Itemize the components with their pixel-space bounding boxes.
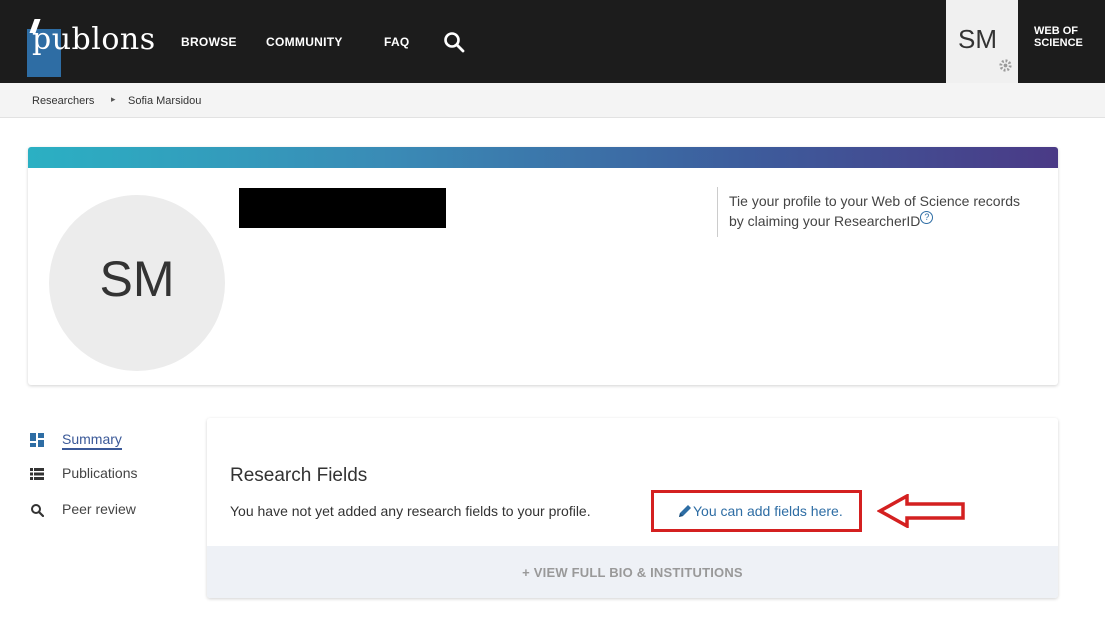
nav-faq[interactable]: FAQ xyxy=(384,35,410,49)
top-navigation-bar: publons BROWSE COMMUNITY FAQ SM WEB OF S… xyxy=(0,0,1105,83)
breadcrumb-researchers[interactable]: Researchers xyxy=(32,95,94,107)
avatar-initials: SM xyxy=(99,251,175,307)
dashboard-icon xyxy=(30,433,44,447)
help-icon[interactable]: ? xyxy=(920,211,934,225)
web-of-science-line2: SCIENCE xyxy=(1034,37,1083,49)
view-full-bio-label: + VIEW FULL BIO & INSTITUTIONS xyxy=(522,565,743,580)
sidebar-item-summary[interactable]: Summary xyxy=(30,431,140,451)
sidebar-item-peer-review[interactable]: Peer review xyxy=(30,501,160,521)
claim-researcherid-text: Tie your profile to your Web of Science … xyxy=(729,191,1029,231)
claim-text: Tie your profile to your Web of Science … xyxy=(729,193,1021,229)
sidebar-item-label: Peer review xyxy=(62,501,136,517)
research-fields-title: Research Fields xyxy=(230,465,368,486)
publons-logo[interactable]: publons xyxy=(24,11,172,77)
research-fields-card: Research Fields You have not yet added a… xyxy=(207,418,1058,598)
sidebar-item-label: Summary xyxy=(62,431,122,450)
annotation-arrow-icon xyxy=(876,493,967,529)
search-icon xyxy=(30,503,45,518)
search-icon[interactable] xyxy=(442,30,466,54)
sidebar-item-publications[interactable]: Publications xyxy=(30,465,160,485)
breadcrumb: Researchers ▸ Sofia Marsidou xyxy=(0,83,1105,118)
breadcrumb-current: Sofia Marsidou xyxy=(128,95,202,107)
web-of-science-line1: WEB OF xyxy=(1034,25,1078,37)
user-initials: SM xyxy=(958,24,997,54)
gear-icon xyxy=(998,58,1013,73)
nav-browse[interactable]: BROWSE xyxy=(181,35,237,49)
nav-community[interactable]: COMMUNITY xyxy=(266,35,343,49)
web-of-science-link[interactable]: WEB OF SCIENCE xyxy=(1034,25,1083,49)
research-fields-empty-message: You have not yet added any research fiel… xyxy=(230,503,591,519)
list-icon xyxy=(30,467,44,481)
claim-divider xyxy=(717,187,718,237)
profile-banner xyxy=(28,147,1058,168)
annotation-highlight-box xyxy=(651,490,862,532)
profile-card: SM Tie your profile to your Web of Scien… xyxy=(28,147,1058,385)
avatar: SM xyxy=(49,195,225,371)
user-menu[interactable]: SM xyxy=(946,0,1018,83)
breadcrumb-separator-icon: ▸ xyxy=(111,94,116,104)
redacted-name xyxy=(239,188,446,228)
view-full-bio-button[interactable]: + VIEW FULL BIO & INSTITUTIONS xyxy=(207,546,1058,598)
logo-text: publons xyxy=(32,22,156,57)
sidebar-item-label: Publications xyxy=(62,465,138,481)
